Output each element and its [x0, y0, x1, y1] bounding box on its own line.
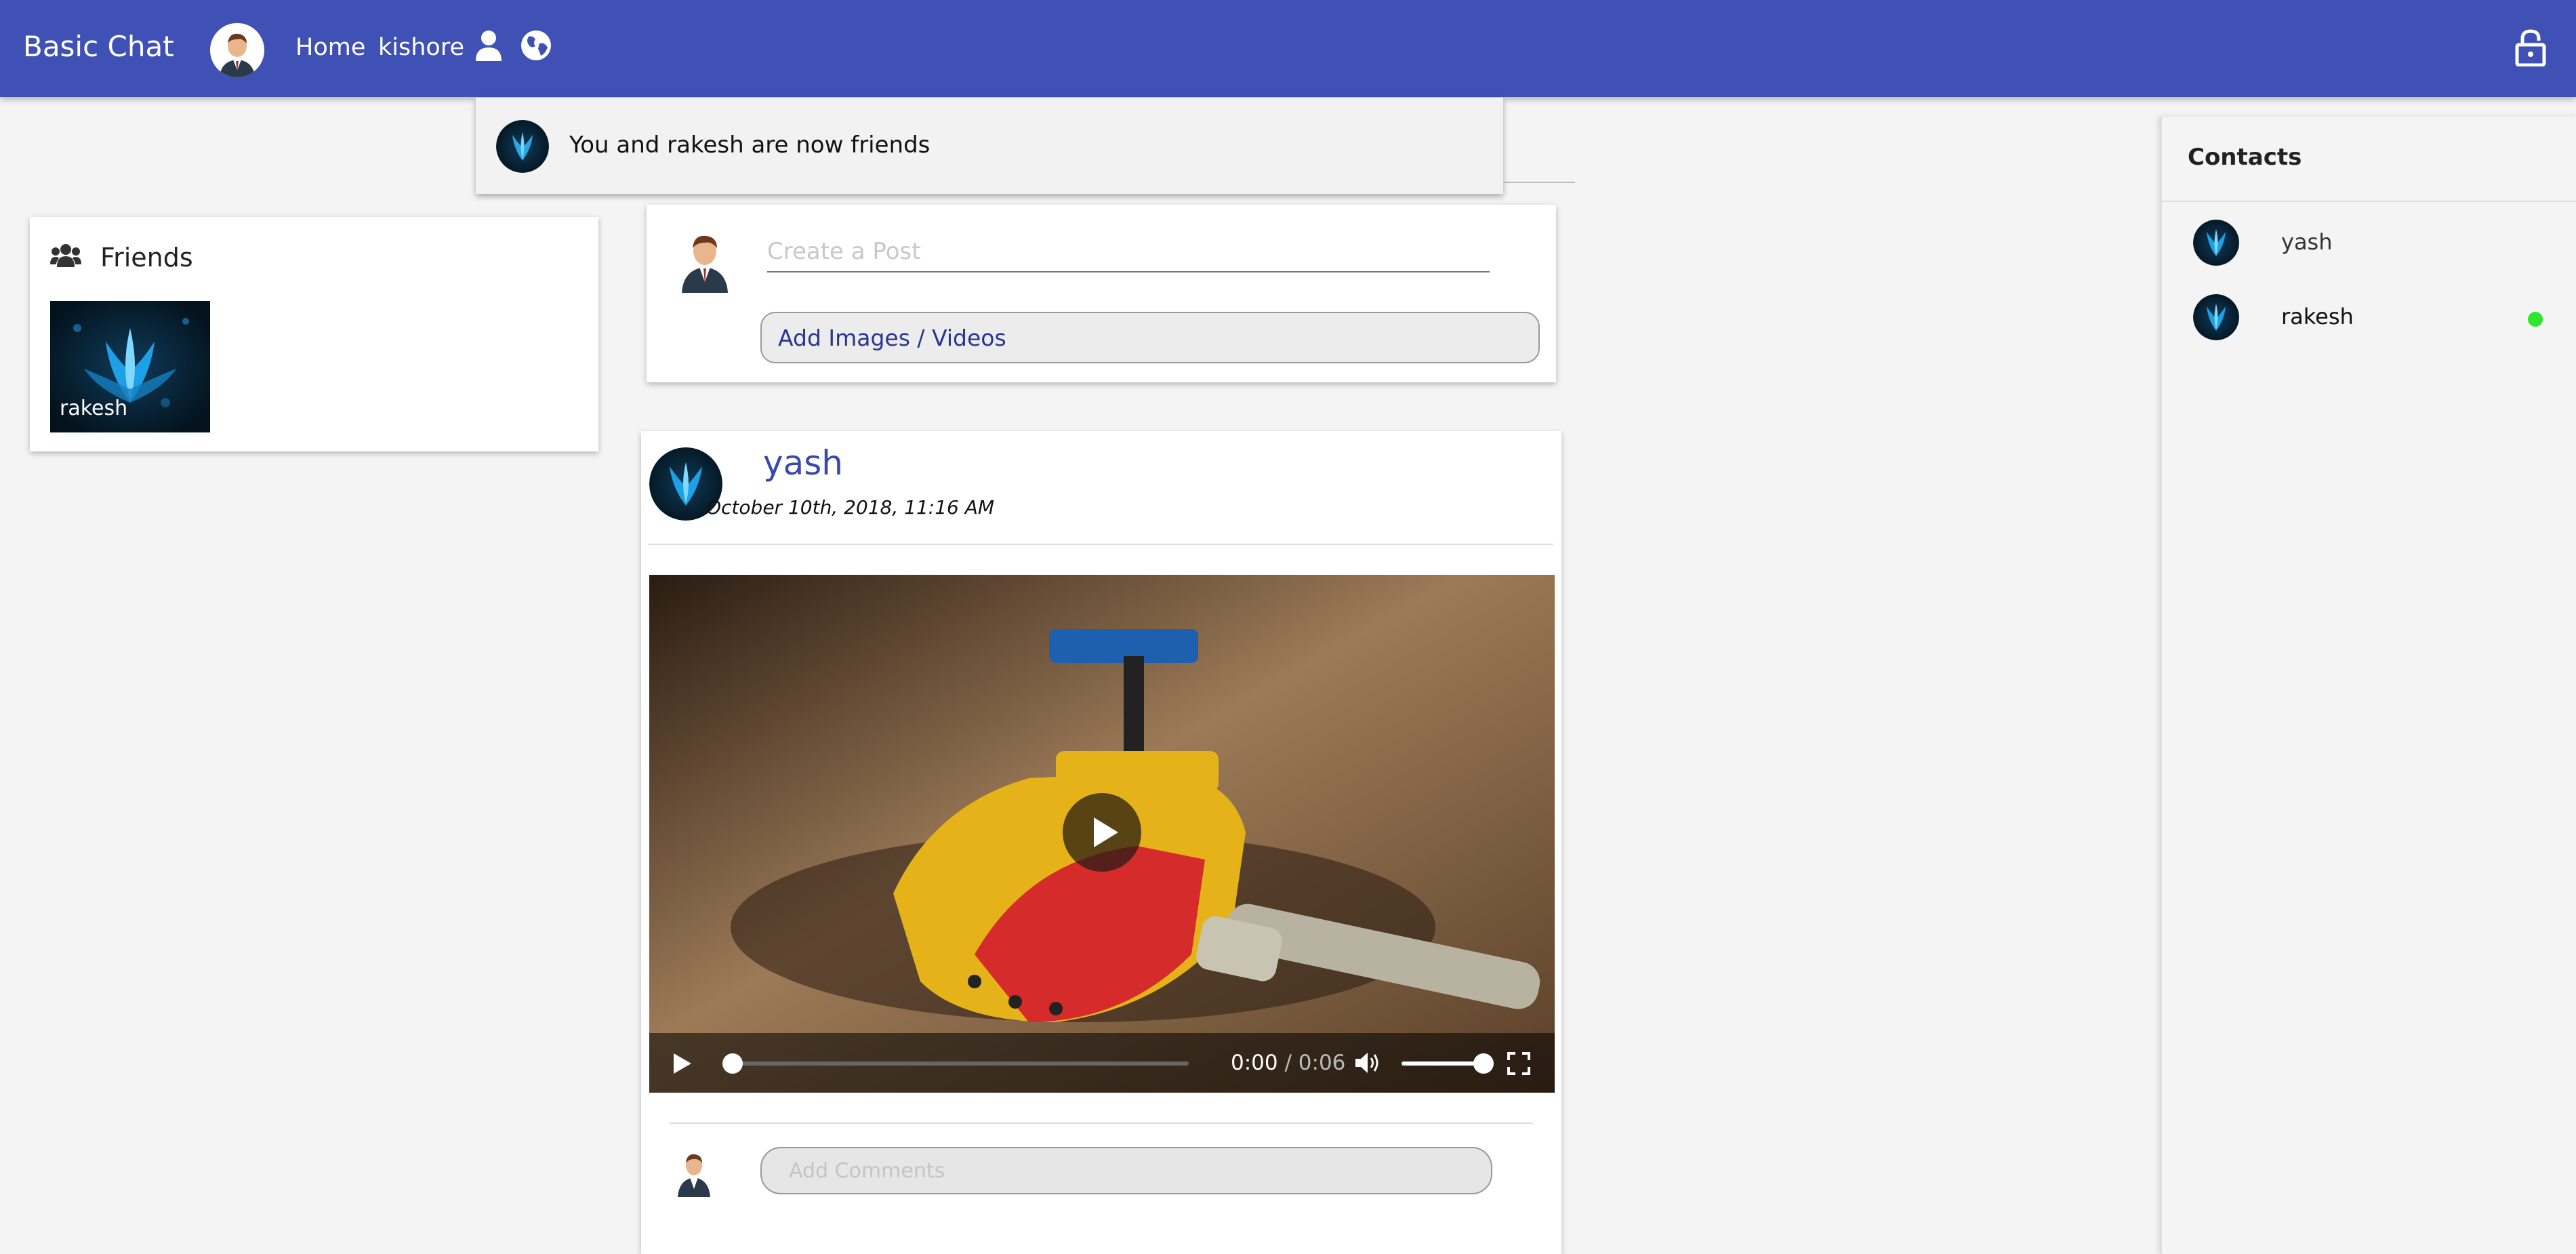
contact-avatar — [2193, 294, 2239, 340]
divider — [1503, 182, 1575, 183]
nav-user-link[interactable]: kishore — [378, 34, 464, 61]
composer-avatar — [678, 228, 732, 293]
nav-home-link[interactable]: Home — [295, 34, 365, 61]
fullscreen-icon[interactable] — [1507, 1052, 1530, 1075]
friends-title: Friends — [100, 243, 193, 272]
contact-avatar — [2193, 220, 2239, 266]
online-status-dot — [2528, 312, 2543, 327]
video-player[interactable]: 0:00 / 0:06 — [649, 575, 1555, 1093]
contacts-title: Contacts — [2188, 144, 2302, 171]
video-current-time: 0:00 — [1231, 1051, 1278, 1075]
friend-tile[interactable]: rakesh — [50, 301, 210, 432]
video-time: 0:00 / 0:06 — [1231, 1051, 1345, 1075]
person-icon[interactable] — [472, 28, 506, 62]
big-play-button[interactable] — [1063, 793, 1141, 872]
divider — [648, 544, 1553, 545]
top-navbar: Basic Chat Home kishore — [0, 0, 2576, 97]
contact-item-rakesh[interactable]: rakesh — [2162, 285, 2576, 352]
notification-text: You and rakesh are now friends — [569, 132, 931, 159]
volume-slider[interactable] — [1402, 1061, 1483, 1066]
play-icon — [1094, 817, 1118, 847]
notification-avatar — [496, 120, 549, 173]
video-time-separator: / — [1277, 1051, 1299, 1075]
contact-name: yash — [2281, 229, 2333, 255]
video-duration: 0:06 — [1298, 1051, 1346, 1075]
commenter-avatar — [675, 1148, 713, 1197]
volume-icon[interactable] — [1354, 1051, 1381, 1075]
create-post-card: Add Images / Videos — [647, 205, 1556, 382]
lock-icon[interactable] — [2515, 28, 2546, 67]
users-icon — [50, 243, 81, 270]
play-icon[interactable] — [672, 1052, 693, 1075]
volume-thumb[interactable] — [1473, 1053, 1494, 1074]
friend-notification: You and rakesh are now friends — [476, 98, 1503, 194]
contact-name: rakesh — [2281, 304, 2354, 329]
user-avatar[interactable] — [210, 23, 264, 77]
add-media-button[interactable]: Add Images / Videos — [760, 312, 1540, 363]
create-post-input[interactable] — [767, 232, 1490, 272]
video-controls: 0:00 / 0:06 — [649, 1033, 1555, 1093]
post-card: yash October 10th, 2018, 11:16 AM 0:00 /… — [641, 431, 1561, 1254]
app-brand[interactable]: Basic Chat — [23, 30, 174, 63]
friends-card: Friends rakesh — [30, 217, 598, 451]
friend-name: rakesh — [60, 397, 128, 420]
globe-icon[interactable] — [519, 28, 553, 62]
post-author-name[interactable]: yash — [763, 443, 843, 483]
contact-item-yash[interactable]: yash — [2162, 210, 2576, 278]
comment-input[interactable] — [760, 1147, 1492, 1194]
post-timestamp: October 10th, 2018, 11:16 AM — [706, 496, 995, 519]
video-progress-track[interactable] — [731, 1061, 1189, 1066]
video-progress-thumb[interactable] — [722, 1053, 743, 1074]
divider — [2162, 201, 2576, 202]
divider — [670, 1122, 1533, 1124]
contacts-sidebar: Contacts yash rakesh — [2161, 117, 2576, 1254]
